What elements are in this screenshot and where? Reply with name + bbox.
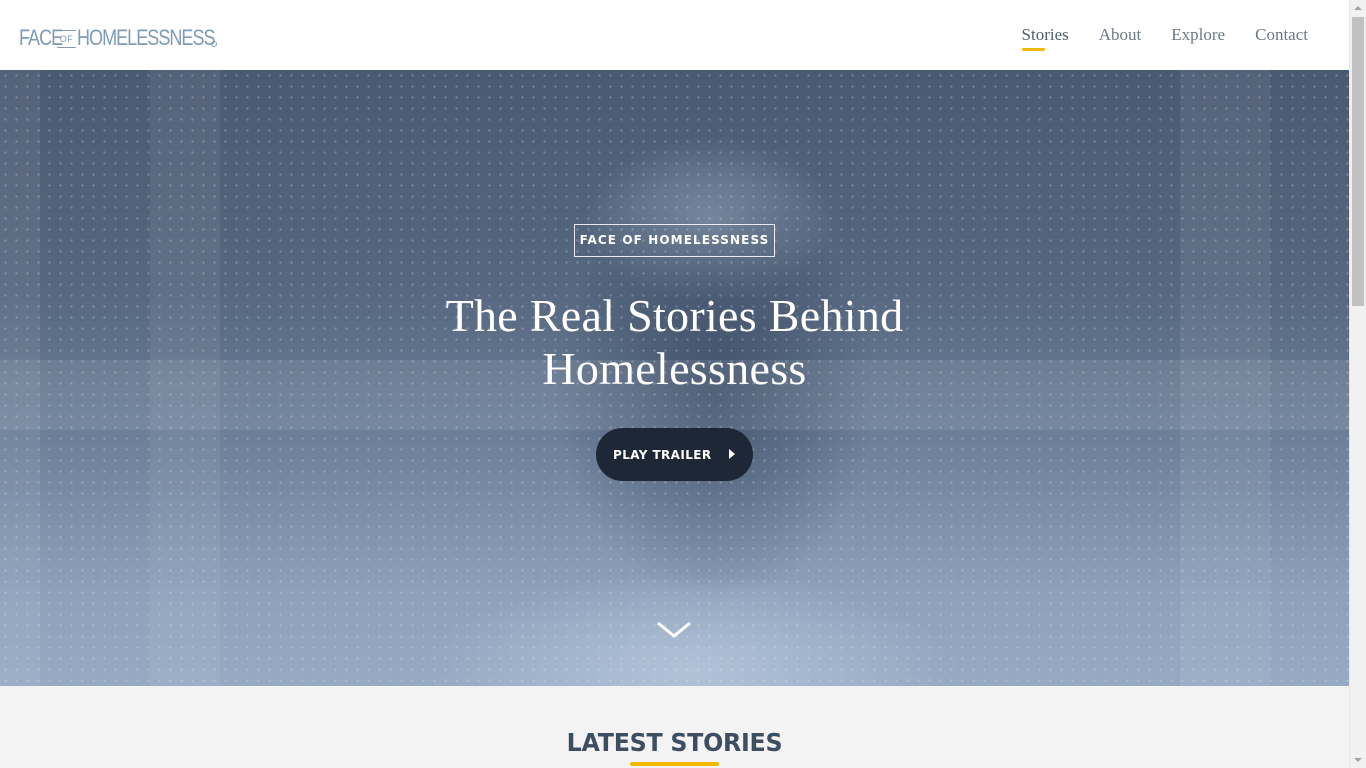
nav-item-explore[interactable]: Explore [1171,25,1225,45]
latest-stories-title: LATEST STORIES [566,728,783,757]
page-scrollbar[interactable] [1349,0,1366,768]
scroll-down-arrow-icon[interactable] [1354,758,1362,762]
play-trailer-button[interactable]: PLAY TRAILER [596,428,753,481]
scrollbar-thumb[interactable] [1352,17,1364,306]
play-icon [729,449,735,459]
logo-word-face: FACE [19,25,63,50]
page: FACE OF HOMELESSNESS Stories About Explo… [0,0,1366,768]
latest-stories-section: LATEST STORIES [0,686,1349,768]
nav-item-about[interactable]: About [1099,25,1142,45]
site-logo[interactable]: FACE OF HOMELESSNESS [19,23,217,49]
play-trailer-label: PLAY TRAILER [613,447,712,462]
chevron-down-svg [657,621,691,638]
hero-badge: FACE OF HOMELESSNESS [574,224,775,257]
main-nav: Stories About Explore Contact [992,0,1308,70]
chevron-down-icon[interactable] [656,619,692,641]
nav-item-stories[interactable]: Stories [1021,25,1069,51]
hero-section: FACE OF HOMELESSNESS The Real Stories Be… [0,70,1349,686]
logo-word-homelessness: HOMELESSNESS [77,25,216,50]
nav-item-contact[interactable]: Contact [1255,25,1308,45]
hero-title-line-2: Homelessness [542,343,807,394]
scroll-up-arrow-icon[interactable] [1354,6,1362,10]
hero-title: The Real Stories Behind Homelessness [400,289,949,395]
latest-stories-underline [630,762,719,766]
hero-title-line-1: The Real Stories Behind [445,290,904,341]
site-header: FACE OF HOMELESSNESS Stories About Explo… [0,0,1349,70]
